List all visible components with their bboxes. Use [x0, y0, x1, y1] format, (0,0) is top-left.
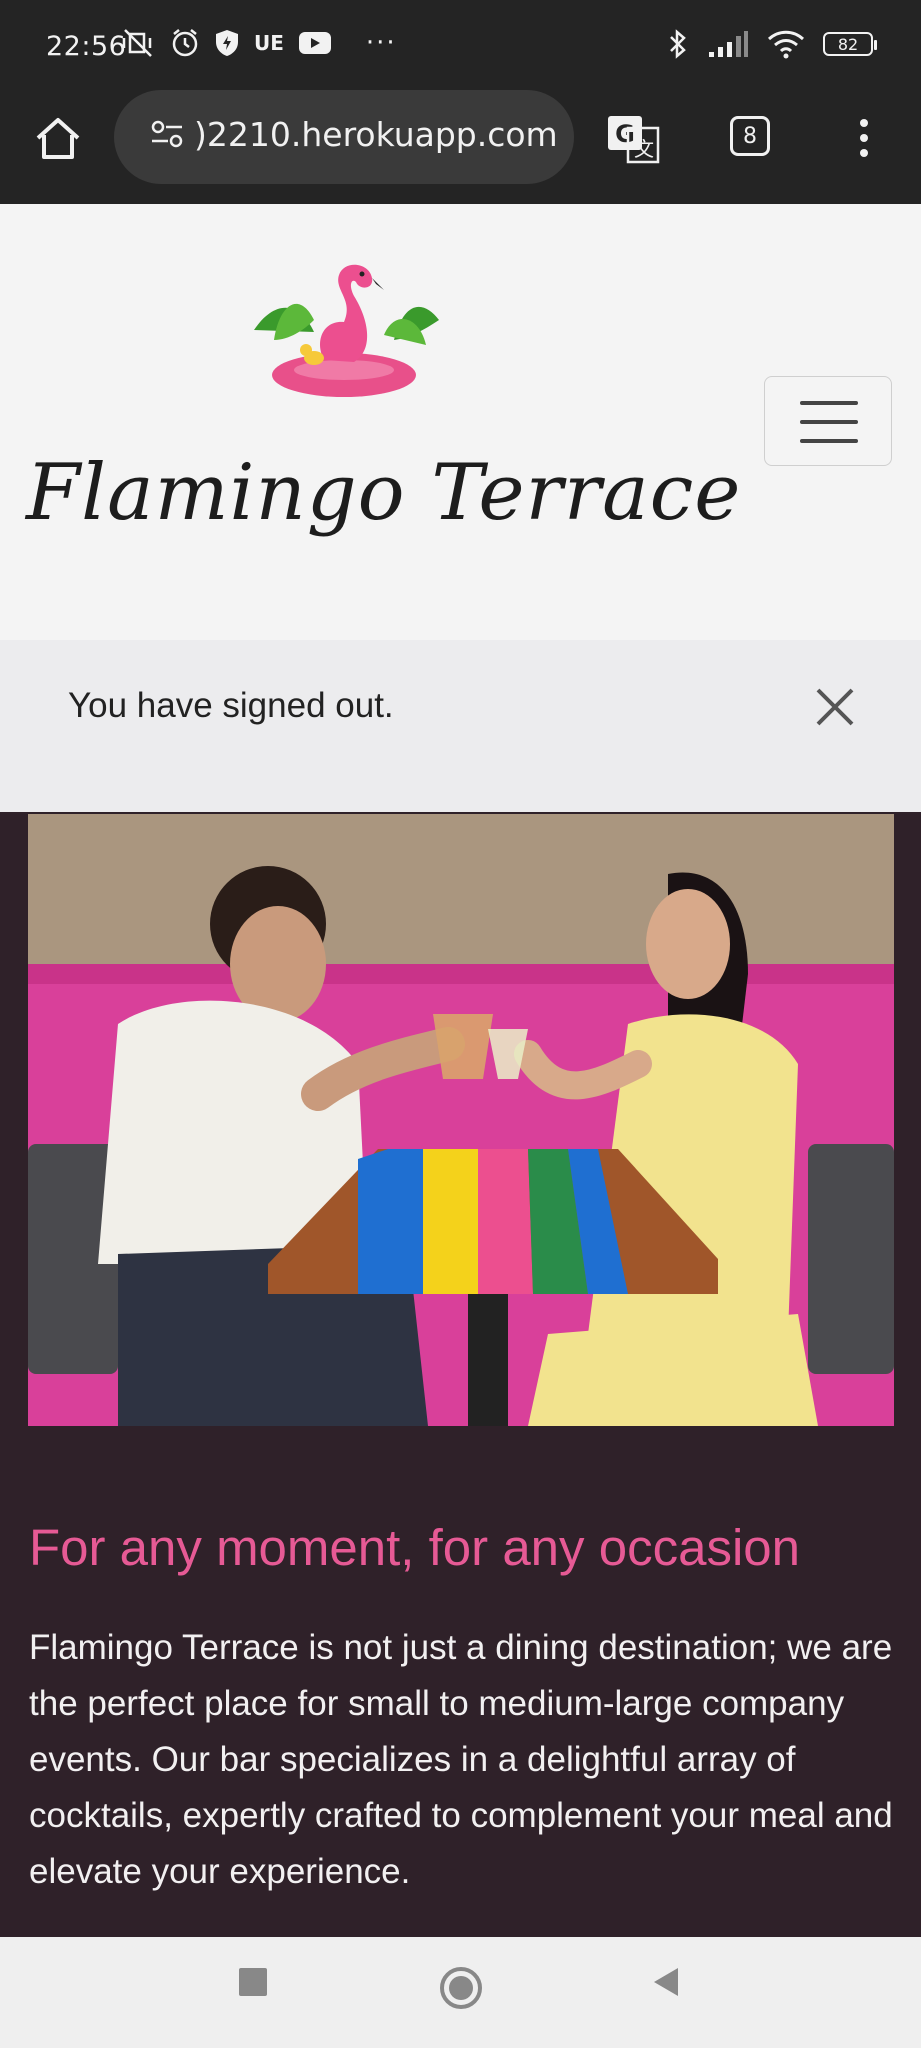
signout-alert: You have signed out.: [0, 640, 921, 812]
status-more: ···: [365, 28, 397, 58]
address-bar[interactable]: )2210.herokuapp.com: [114, 90, 574, 184]
status-time: 22:56: [46, 31, 127, 62]
shield-icon: [216, 30, 238, 56]
youtube-icon: [298, 32, 331, 54]
more-vert-icon[interactable]: [852, 114, 876, 164]
home-circle-icon[interactable]: [438, 1965, 484, 2011]
hamburger-icon-bar-2: [800, 420, 858, 424]
brand-name[interactable]: Flamingo Terrace: [26, 448, 741, 538]
signal-icon: [709, 31, 748, 57]
alert-message: You have signed out.: [68, 686, 394, 725]
close-icon[interactable]: [812, 684, 858, 730]
hamburger-icon-bar-3: [800, 439, 858, 443]
status-right-icons: 82: [667, 28, 877, 60]
carrier-tag: UE: [254, 31, 284, 55]
tab-count: 8: [743, 123, 757, 149]
site-settings-icon[interactable]: [150, 119, 184, 149]
android-nav-bar: [0, 1937, 921, 2048]
navbar-toggle-button[interactable]: [764, 376, 892, 466]
hero-image: [28, 814, 894, 1426]
recents-square-icon[interactable]: [236, 1965, 270, 1999]
hamburger-icon: [800, 401, 858, 405]
translate-icon[interactable]: G 文: [606, 114, 662, 164]
alarm-icon: [172, 29, 198, 57]
wifi-icon: [767, 30, 805, 59]
svg-text:G: G: [615, 120, 635, 148]
status-bar: 22:56 UE ··· 82: [0, 0, 921, 96]
tabs-icon[interactable]: 8: [730, 116, 770, 156]
svg-text:文: 文: [634, 137, 654, 161]
site-header: Flamingo Terrace: [0, 204, 921, 640]
back-triangle-icon[interactable]: [650, 1965, 682, 1999]
home-icon[interactable]: [30, 111, 86, 167]
flamingo-logo[interactable]: [244, 260, 444, 400]
status-left-icons: UE ···: [120, 28, 397, 58]
bluetooth-icon: [670, 29, 686, 59]
browser-toolbar: )2210.herokuapp.com G 文 8: [0, 90, 921, 204]
url-text[interactable]: )2210.herokuapp.com: [194, 115, 564, 154]
battery-icon: 82: [823, 32, 877, 56]
vibrate-off-icon: [122, 29, 152, 57]
section-heading: For any moment, for any occasion: [29, 1519, 801, 1576]
battery-level: 82: [837, 34, 859, 54]
section-body: Flamingo Terrace is not just a dining de…: [29, 1628, 893, 1891]
